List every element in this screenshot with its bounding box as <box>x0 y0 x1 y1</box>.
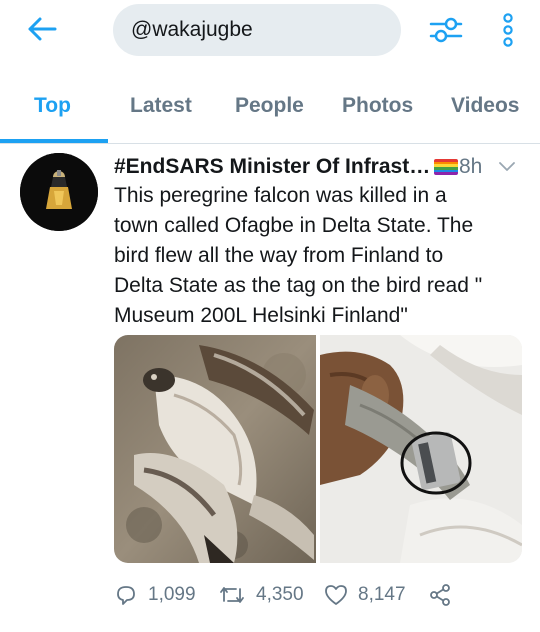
tweet-text-line: Delta State as the tag on the bird read … <box>114 274 483 297</box>
retweet-count: 4,350 <box>256 584 304 605</box>
display-name[interactable]: #EndSARS Minister Of Infrastr... <box>114 155 432 179</box>
retweet-button[interactable]: 4,350 <box>218 583 324 607</box>
share-icon <box>430 584 450 606</box>
back-arrow-icon <box>28 17 57 41</box>
search-input[interactable]: @wakajugbe <box>113 4 401 56</box>
avatar-image <box>20 153 98 231</box>
chevron-down-icon <box>499 162 516 171</box>
media-photo-2[interactable] <box>320 335 522 563</box>
tweet-menu-button[interactable] <box>496 156 518 178</box>
tweet-actions: 1,099 4,350 8,147 <box>114 579 524 611</box>
search-filter-button[interactable] <box>426 12 466 48</box>
tab-latest[interactable]: Latest <box>130 94 192 118</box>
retweet-icon <box>220 587 244 603</box>
active-tab-indicator <box>0 139 108 143</box>
reply-icon <box>117 586 135 605</box>
more-vertical-icon <box>503 13 513 47</box>
filter-sliders-icon <box>429 17 463 43</box>
reply-count: 1,099 <box>148 584 196 605</box>
tweet-text-line: This peregrine falcon was killed in a <box>114 184 447 207</box>
tweet-text-line: bird flew all the way from Finland to <box>114 244 444 267</box>
tab-top[interactable]: Top <box>34 94 71 118</box>
leg-tag-photo-image <box>320 335 522 563</box>
reply-button[interactable]: 1,099 <box>114 583 218 607</box>
tweet-text-line: town called Ofagbe in Delta State. The <box>114 214 474 237</box>
like-button[interactable]: 8,147 <box>324 584 428 606</box>
search-tabs: Top Latest People Photos Videos <box>0 80 540 144</box>
avatar[interactable] <box>20 153 98 231</box>
tweet-timestamp[interactable]: 8h <box>459 155 482 179</box>
like-icon <box>325 585 347 605</box>
rainbow-flag-icon <box>434 159 458 175</box>
tab-people[interactable]: People <box>235 94 304 118</box>
like-count: 8,147 <box>358 584 406 605</box>
tab-photos[interactable]: Photos <box>342 94 413 118</box>
top-bar: @wakajugbe <box>0 0 540 60</box>
tweet-header: #EndSARS Minister Of Infrastr... 8h <box>114 151 534 183</box>
tweet-media <box>114 335 522 563</box>
tab-videos[interactable]: Videos <box>451 94 519 118</box>
tweet-text: This peregrine falcon was killed in a to… <box>114 181 524 331</box>
back-button[interactable] <box>22 12 62 46</box>
share-button[interactable] <box>428 583 462 607</box>
search-query: @wakajugbe <box>131 18 253 41</box>
tweet-text-line: Museum 200L Helsinki Finland" <box>114 304 408 327</box>
tweet[interactable]: #EndSARS Minister Of Infrastr... 8h This… <box>0 145 540 632</box>
more-options-button[interactable] <box>496 10 520 50</box>
media-photo-1[interactable] <box>114 335 316 563</box>
falcon-photo-image <box>114 335 316 563</box>
